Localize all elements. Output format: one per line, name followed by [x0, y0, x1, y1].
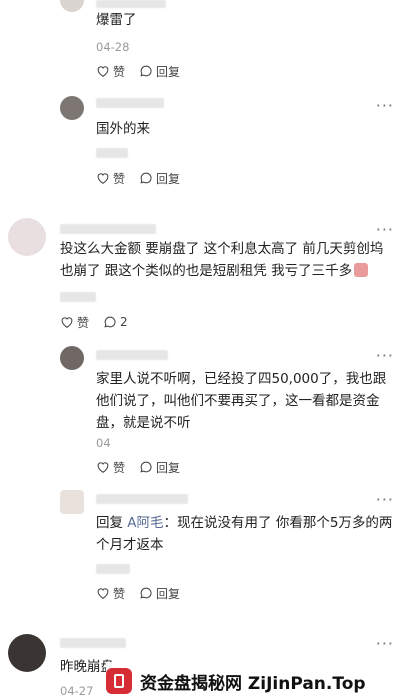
reply-label: 回复 [156, 460, 181, 475]
username-blurred [96, 98, 164, 108]
reply-button[interactable]: 回复 [139, 585, 180, 602]
avatar[interactable] [60, 490, 84, 514]
comment-body: 投这么大金额 要崩盘了 这个利息太高了 前几天剪创坞也崩了 跟这个类似的也是短剧… [60, 241, 384, 279]
comment-date: 04-28 [96, 40, 130, 54]
reply-label: 回复 [156, 64, 181, 79]
reply-prefix: 回复 [96, 515, 123, 531]
comment-actions: 赞 回复 [96, 584, 194, 602]
watermark-text: 资金盘揭秘网 ZiJinPan.Top [140, 673, 366, 694]
more-options-button[interactable]: ··· [376, 346, 394, 365]
comment-text: 投这么大金额 要崩盘了 这个利息太高了 前几天剪创坞也崩了 跟这个类似的也是短剧… [60, 238, 392, 282]
comment-actions: 赞 2 [60, 313, 142, 331]
comment-text: 国外的来 [96, 121, 150, 137]
comment-text: 回复 A阿毛：现在说没有用了 你看那个5万多的两个月才返本 [96, 512, 396, 556]
more-options-button[interactable]: ··· [376, 634, 394, 653]
reply-button[interactable]: 回复 [139, 459, 180, 476]
like-button[interactable]: 赞 [96, 170, 125, 187]
like-label: 赞 [113, 586, 126, 601]
like-label: 赞 [113, 64, 126, 79]
comment-bubble-icon [140, 172, 152, 184]
comment-bubble-icon [104, 316, 116, 328]
username-blurred [96, 494, 188, 504]
emoji-icon [354, 263, 369, 277]
avatar[interactable] [8, 634, 46, 672]
reply-count: 2 [120, 315, 128, 329]
avatar[interactable] [8, 218, 46, 256]
comment-date: 04 [96, 436, 111, 450]
avatar[interactable] [60, 346, 84, 370]
username-blurred [96, 350, 168, 360]
more-options-button[interactable]: ··· [376, 490, 394, 509]
comment-actions: 赞 回复 [96, 169, 194, 187]
comment-text: 家里人说不听啊，已经投了四50,000了，我也跟他们说了，叫他们不要再买了，这一… [96, 371, 387, 431]
avatar[interactable] [60, 96, 84, 120]
heart-icon [97, 173, 109, 184]
heart-icon [97, 462, 109, 473]
like-button[interactable]: 赞 [96, 585, 125, 602]
username-blurred [60, 224, 156, 234]
heart-icon [97, 588, 109, 599]
comment-actions: 赞 回复 [96, 62, 194, 80]
comment-actions: 赞 回复 [96, 458, 194, 476]
reply-to-username[interactable]: A阿毛 [127, 515, 163, 531]
username-blurred [60, 638, 126, 648]
heart-icon [61, 317, 73, 328]
reply-label: 回复 [156, 586, 181, 601]
like-label: 赞 [113, 171, 126, 186]
heart-icon [97, 66, 109, 77]
date-blurred [96, 148, 128, 158]
reply-button[interactable]: 回复 [139, 170, 180, 187]
reply-count-button[interactable]: 2 [103, 315, 128, 329]
username-blurred [96, 0, 166, 8]
more-options-button[interactable]: ··· [376, 96, 394, 115]
avatar[interactable] [60, 0, 84, 12]
reply-button[interactable]: 回复 [139, 63, 180, 80]
comment-bubble-icon [140, 65, 152, 77]
comment-bubble-icon [140, 461, 152, 473]
watermark: 资金盘揭秘网 ZiJinPan.Top [106, 662, 412, 700]
watermark-logo-icon [106, 668, 132, 694]
like-button[interactable]: 赞 [60, 314, 89, 331]
like-label: 赞 [113, 460, 126, 475]
like-label: 赞 [77, 315, 90, 330]
more-options-button[interactable]: ··· [376, 220, 394, 239]
date-blurred [96, 564, 130, 574]
comment-bubble-icon [140, 587, 152, 599]
comment-text: 爆雷了 [96, 12, 137, 28]
comment-date: 04-27 [60, 684, 94, 698]
date-blurred [60, 292, 96, 302]
like-button[interactable]: 赞 [96, 459, 125, 476]
reply-label: 回复 [156, 171, 181, 186]
like-button[interactable]: 赞 [96, 63, 125, 80]
